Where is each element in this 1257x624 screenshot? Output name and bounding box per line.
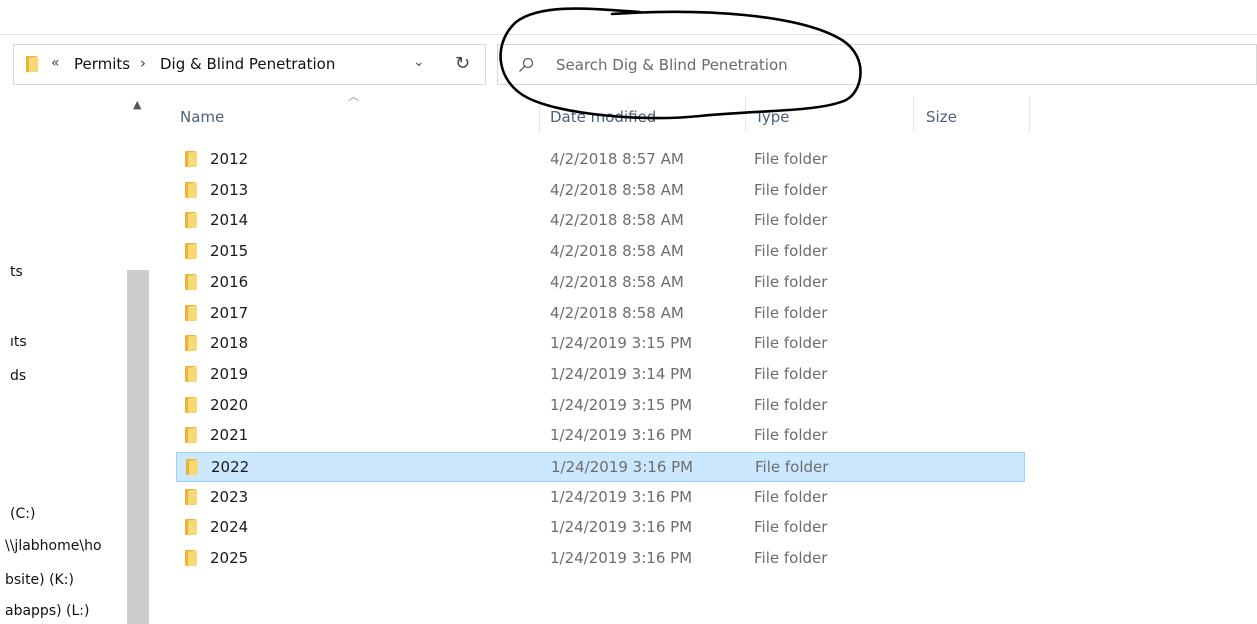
folder-icon (185, 365, 201, 383)
file-type: File folder (755, 458, 829, 476)
file-type: File folder (754, 518, 828, 537)
file-type: File folder (754, 242, 828, 261)
folder-icon (185, 519, 201, 537)
file-date-modified: 4/2/2018 8:58 AM (550, 180, 684, 199)
column-header-type[interactable]: Type (746, 97, 914, 133)
nav-item-drive-c[interactable]: (C:) (10, 506, 35, 522)
file-date-modified: 1/24/2019 3:16 PM (550, 549, 693, 568)
file-row[interactable]: 2020 1/24/2019 3:15 PM File folder (176, 391, 1025, 421)
column-header-size[interactable]: Size (914, 97, 1030, 133)
nav-item-drive-k[interactable]: bsite) (K:) (5, 572, 74, 588)
refresh-icon[interactable]: ↻ (455, 53, 470, 74)
nav-item-drive-l[interactable]: abapps) (L:) (5, 603, 89, 619)
file-name: 2017 (210, 303, 249, 322)
sort-ascending-icon: ︿ (348, 90, 359, 103)
file-row[interactable]: 2018 1/24/2019 3:15 PM File folder (176, 329, 1025, 359)
breadcrumb-current-folder[interactable]: Dig & Blind Penetration (160, 55, 335, 73)
file-row[interactable]: 2019 1/24/2019 3:14 PM File folder (176, 360, 1025, 390)
file-type: File folder (754, 364, 828, 383)
window-top-strip (0, 0, 1257, 35)
file-type: File folder (754, 303, 828, 322)
file-date-modified: 4/2/2018 8:58 AM (550, 303, 684, 322)
file-type: File folder (754, 549, 828, 568)
scroll-up-icon[interactable]: ▲ (133, 98, 141, 111)
file-name: 2025 (210, 549, 249, 568)
file-date-modified: 1/24/2019 3:16 PM (550, 426, 693, 445)
file-name: 2024 (210, 518, 249, 537)
folder-icon (185, 550, 201, 567)
file-name: 2013 (210, 180, 249, 199)
file-row[interactable]: 2022 1/24/2019 3:16 PM File folder (176, 452, 1025, 482)
file-type: File folder (754, 272, 828, 291)
folder-icon (185, 335, 201, 352)
file-name: 2022 (211, 458, 250, 476)
file-row[interactable]: 2024 1/24/2019 3:16 PM File folder (176, 513, 1025, 543)
file-date-modified: 1/24/2019 3:16 PM (550, 518, 693, 537)
nav-item-network-drive[interactable]: \\jlabhome\ho (5, 538, 102, 554)
file-name: 2021 (210, 426, 249, 445)
file-type: File folder (754, 334, 828, 353)
column-header-name[interactable]: Name ︿ (165, 90, 540, 133)
breadcrumb-overflow-icon[interactable]: « (51, 55, 60, 71)
nav-scrollbar-thumb[interactable] (127, 270, 149, 624)
file-date-modified: 1/24/2019 3:14 PM (550, 364, 693, 383)
folder-icon (185, 304, 201, 322)
file-date-modified: 1/24/2019 3:15 PM (550, 334, 693, 353)
nav-item[interactable]: ıts (10, 334, 27, 350)
folder-icon (185, 396, 201, 414)
file-row[interactable]: 2016 4/2/2018 8:58 AM File folder (176, 268, 1025, 298)
folder-icon (185, 212, 201, 230)
file-name: 2023 (210, 487, 249, 506)
file-name: 2016 (210, 272, 249, 291)
file-date-modified: 1/24/2019 3:16 PM (550, 487, 693, 506)
column-header-row: Name ︿ Date modified Type Size (165, 90, 1030, 133)
file-type: File folder (754, 395, 828, 414)
file-name: 2019 (210, 364, 249, 383)
file-date-modified: 4/2/2018 8:57 AM (550, 150, 684, 168)
folder-icon (186, 459, 202, 476)
file-date-modified: 1/24/2019 3:15 PM (550, 395, 693, 414)
chevron-down-icon[interactable]: ⌄ (413, 54, 425, 70)
file-type: File folder (754, 426, 828, 445)
file-row[interactable]: 2013 4/2/2018 8:58 AM File folder (176, 176, 1025, 206)
folder-icon (185, 427, 201, 444)
file-name: 2018 (210, 334, 249, 353)
file-row[interactable]: 2023 1/24/2019 3:16 PM File folder (176, 483, 1025, 513)
address-bar[interactable]: « Permits › Dig & Blind Penetration ⌄ ↻ (13, 44, 486, 85)
file-date-modified: 1/24/2019 3:16 PM (551, 458, 694, 476)
file-type: File folder (754, 150, 828, 168)
file-type: File folder (754, 211, 828, 230)
column-header-name-label: Name (180, 108, 225, 126)
folder-icon (26, 56, 42, 73)
folder-icon (185, 273, 201, 291)
folder-icon (185, 488, 201, 506)
breadcrumb-permits[interactable]: Permits (74, 55, 130, 73)
file-name: 2012 (210, 150, 249, 168)
file-date-modified: 4/2/2018 8:58 AM (550, 272, 684, 291)
folder-icon (185, 151, 201, 168)
file-row[interactable]: 2012 4/2/2018 8:57 AM File folder (176, 145, 1025, 175)
nav-item[interactable]: ds (10, 368, 26, 384)
file-name: 2020 (210, 395, 249, 414)
search-input[interactable]: Search Dig & Blind Penetration (497, 44, 1257, 85)
file-type: File folder (754, 180, 828, 199)
folder-icon (185, 243, 201, 260)
file-row[interactable]: 2014 4/2/2018 8:58 AM File folder (176, 206, 1025, 236)
file-row[interactable]: 2017 4/2/2018 8:58 AM File folder (176, 299, 1025, 329)
file-row[interactable]: 2021 1/24/2019 3:16 PM File folder (176, 421, 1025, 451)
file-type: File folder (754, 487, 828, 506)
nav-item[interactable]: ts (10, 264, 23, 280)
file-name: 2014 (210, 211, 249, 230)
file-row[interactable]: 2015 4/2/2018 8:58 AM File folder (176, 237, 1025, 267)
file-date-modified: 4/2/2018 8:58 AM (550, 242, 684, 261)
file-name: 2015 (210, 242, 249, 261)
search-icon (519, 57, 534, 72)
breadcrumb-separator-icon[interactable]: › (140, 54, 146, 72)
search-placeholder: Search Dig & Blind Penetration (556, 56, 788, 74)
column-header-date[interactable]: Date modified (540, 97, 746, 133)
file-date-modified: 4/2/2018 8:58 AM (550, 211, 684, 230)
file-row[interactable]: 2025 1/24/2019 3:16 PM File folder (176, 544, 1025, 574)
folder-icon (185, 181, 201, 199)
